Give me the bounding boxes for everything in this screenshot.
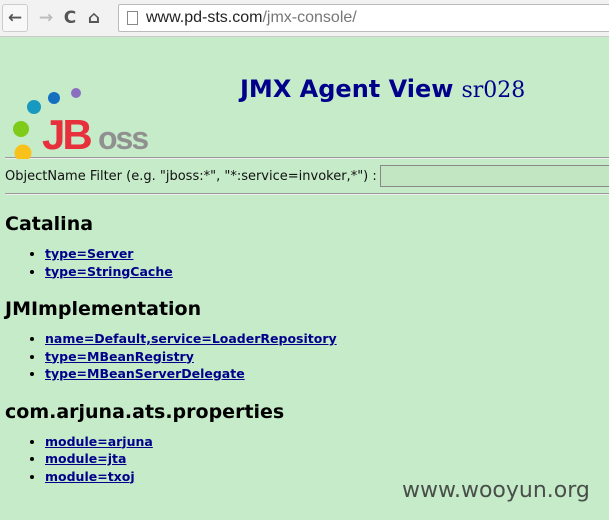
domain-heading: com.arjuna.ats.properties xyxy=(5,400,285,423)
mbean-list: type=Server type=StringCache xyxy=(0,245,609,280)
svg-text:oss: oss xyxy=(98,120,148,156)
filter-form: ObjectName Filter (e.g. "jboss:*", "*:se… xyxy=(0,159,609,193)
list-item: type=StringCache xyxy=(45,263,609,281)
mbean-link[interactable]: type=Server xyxy=(45,246,133,261)
filter-label: ObjectName Filter (e.g. "jboss:*", "*:se… xyxy=(5,168,377,184)
domain-heading: JMImplementation xyxy=(5,298,202,320)
list-item: module=jta xyxy=(45,450,609,468)
page-icon xyxy=(127,11,138,25)
svg-text:JB: JB xyxy=(42,111,91,158)
page-header: JB oss JMX Agent View sr028 xyxy=(0,37,609,159)
forward-button[interactable]: → xyxy=(34,5,58,31)
mbean-link[interactable]: name=Default,service=LoaderRepository xyxy=(45,331,337,346)
mbean-link[interactable]: type=MBeanRegistry xyxy=(45,349,194,364)
domain-list: Catalina type=Server type=StringCache JMImp… xyxy=(0,213,609,485)
mbean-link[interactable]: type=StringCache xyxy=(45,264,173,279)
mbean-link[interactable]: type=MBeanServerDelegate xyxy=(45,366,245,381)
agent-id: sr028 xyxy=(461,78,526,103)
list-item: name=Default,service=LoaderRepository xyxy=(45,330,609,348)
list-item: type=Server xyxy=(45,245,609,263)
jboss-logo: JB oss xyxy=(13,88,150,159)
divider xyxy=(5,193,609,195)
list-item: type=MBeanRegistry xyxy=(45,348,609,366)
address-bar[interactable]: www.pd-sts.com/jmx-console/ xyxy=(118,4,609,32)
mbean-link[interactable]: module=txoj xyxy=(45,469,135,484)
list-item: module=arjuna xyxy=(45,433,609,451)
mbean-link[interactable]: module=arjuna xyxy=(45,434,153,449)
browser-toolbar: ← → C ⌂ www.pd-sts.com/jmx-console/ xyxy=(0,0,609,37)
domain-heading: Catalina xyxy=(5,213,94,235)
url-host: www.pd-sts.com xyxy=(146,9,263,26)
home-button[interactable]: ⌂ xyxy=(82,5,106,31)
url-path: /jmx-console/ xyxy=(262,9,357,26)
watermark: www.wooyun.org xyxy=(402,478,590,503)
objectname-filter-input[interactable] xyxy=(379,165,609,187)
list-item: type=MBeanServerDelegate xyxy=(45,365,609,383)
back-button[interactable]: ← xyxy=(2,4,28,32)
reload-button[interactable]: C xyxy=(58,5,82,31)
page-title: JMX Agent View sr028 xyxy=(240,75,526,103)
mbean-list: name=Default,service=LoaderRepository typ… xyxy=(0,330,609,383)
mbean-link[interactable]: module=jta xyxy=(45,451,126,466)
